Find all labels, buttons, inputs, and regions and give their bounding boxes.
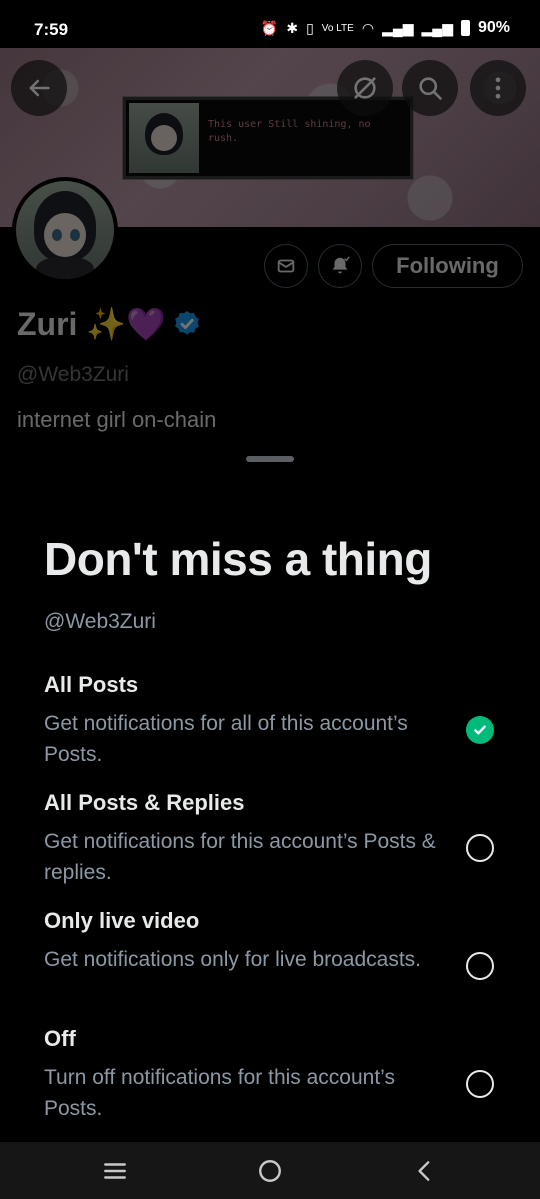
status-icons: ⏰ ✱ ▯ Vo LTE ◠ ▂▄▆ ▂▄▆ 90% [261,19,510,37]
check-icon [474,725,486,735]
profile-name: Zuri ✨💜 [17,306,167,342]
banner-portrait [129,103,199,173]
arrow-left-icon [29,79,50,97]
battery-icon [460,20,470,36]
search-icon [419,77,442,100]
slash-circle-icon [354,77,376,99]
option-desc: Get notifications for all of this accoun… [44,712,408,766]
back-nav-button[interactable] [410,1156,440,1186]
sheet-handle: @Web3Zuri [44,610,156,633]
profile-bio: internet girl on-chain [17,407,217,432]
radio-unselected[interactable] [466,1070,494,1098]
option-title: All Posts & Replies [44,790,245,815]
radio-unselected[interactable] [466,952,494,980]
notification-settings-sheet: Don't miss a thing @Web3Zuri All Posts G… [0,440,540,1142]
home-button[interactable] [255,1156,285,1186]
option-title: All Posts [44,672,139,697]
sheet-grabber[interactable] [246,456,294,462]
back-button[interactable] [11,60,67,116]
avatar[interactable] [12,177,118,283]
status-bar: 7:59 ⏰ ✱ ▯ Vo LTE ◠ ▂▄▆ ▂▄▆ 90% [0,0,540,48]
recents-button[interactable] [100,1156,130,1186]
more-vertical-icon [495,77,501,99]
radio-unselected[interactable] [466,834,494,862]
more-button[interactable] [470,60,526,116]
vibrate-icon: ▯ [306,19,314,36]
back-icon [418,1161,430,1181]
profile-handle: @Web3Zuri [17,363,129,386]
notifications-button[interactable] [318,244,362,288]
bell-check-icon [332,256,350,274]
grok-button[interactable] [337,60,393,116]
option-desc: Get notifications only for live broadcas… [44,948,422,971]
sheet-title: Don't miss a thing [44,533,432,585]
system-nav-bar [0,1142,540,1199]
option-title: Off [44,1026,76,1051]
message-button[interactable] [264,244,308,288]
recents-icon [104,1163,126,1179]
profile-name-row: Zuri ✨💜 [17,305,202,343]
option-desc: Get notifications for this account’s Pos… [44,830,436,884]
option-posts-and-replies[interactable]: All Posts & Replies Get notifications fo… [44,790,514,888]
bluetooth-icon: ✱ [286,19,299,36]
option-live-video[interactable]: Only live video Get notifications only f… [44,908,514,980]
signal-icon: ▂▄▆ [382,19,414,36]
wifi-icon: ◠ [361,19,375,36]
battery-level: 90% [477,19,510,36]
status-time: 7:59 [34,20,69,39]
option-off[interactable]: Off Turn off notifications for this acco… [44,1026,514,1124]
search-button[interactable] [402,60,458,116]
home-icon [259,1160,281,1182]
radio-selected[interactable] [466,716,494,744]
signal-icon: ▂▄▆ [421,19,453,36]
option-all-posts[interactable]: All Posts Get notifications for all of t… [44,672,514,770]
option-title: Only live video [44,908,200,933]
alarm-icon: ⏰ [260,19,279,36]
following-button[interactable]: Following [372,244,523,288]
verified-badge-icon [175,310,199,335]
option-desc: Turn off notifications for this account’… [44,1066,395,1120]
banner-message: This user Still shining, no rush. [208,119,371,144]
mail-icon [277,259,295,273]
volte-icon: Vo LTE [321,22,354,34]
